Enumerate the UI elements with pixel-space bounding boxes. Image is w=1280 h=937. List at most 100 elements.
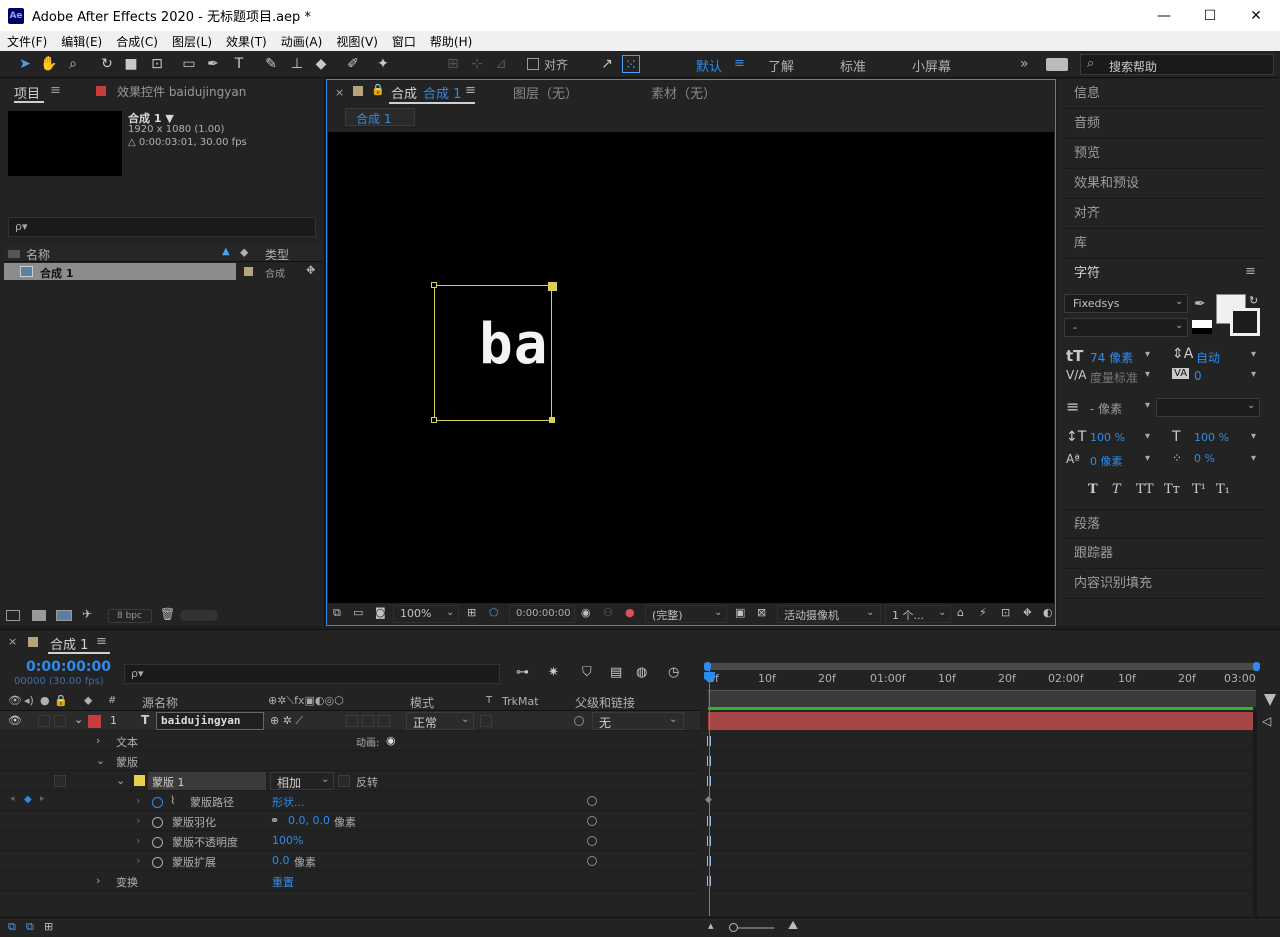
frame-blending-icon[interactable]: ▤ [610, 665, 622, 680]
draft-3d-icon[interactable]: ✷ [548, 665, 559, 680]
mask-lock-toggle[interactable] [54, 775, 66, 787]
collapse-chevron-icon[interactable]: ⌄ [74, 713, 83, 726]
menu-effect[interactable]: 效果(T) [219, 33, 274, 50]
zoom-out-icon[interactable]: ▴ [708, 919, 714, 932]
leading-value[interactable]: 自动 [1196, 349, 1220, 366]
layer-name-field[interactable]: baidujingyan [156, 712, 264, 730]
layer-row[interactable]: 👁 ⌄ 1 T baidujingyan ⊕ ✲ ⟋ 正常 ⌄ 无 ⌄ [0, 711, 700, 731]
expand-chevron-icon[interactable]: › [96, 874, 100, 887]
graph-icon[interactable]: ⌇ [170, 794, 175, 807]
font-size-value[interactable]: 74 像素 [1090, 349, 1133, 366]
comp-mini-flowchart-icon[interactable]: ⊶ [516, 665, 529, 680]
snap-icon[interactable]: ↗ [598, 55, 616, 73]
panel-libraries[interactable]: 库 [1062, 229, 1266, 259]
superscript-button[interactable]: T¹ [1192, 482, 1206, 497]
motion-blur-icon[interactable]: ◍ [636, 665, 647, 680]
axis-view-icon[interactable]: ⊿ [492, 55, 510, 73]
close-button[interactable]: ✕ [1233, 0, 1279, 31]
workspace-learn[interactable]: 了解 [768, 56, 794, 75]
transform-label[interactable]: 变换 [116, 874, 138, 890]
all-caps-button[interactable]: TT [1136, 482, 1154, 497]
mask-vertex-selected[interactable] [548, 282, 557, 291]
roto-brush-tool-icon[interactable]: ✐ [344, 55, 362, 73]
faux-bold-button[interactable]: T [1088, 482, 1098, 497]
footage-tab[interactable]: 素材（无） [651, 83, 716, 102]
mask-expansion-value[interactable]: 0.0 [272, 854, 290, 867]
monitor-icon[interactable]: ▭ [353, 606, 363, 619]
col-trkmat[interactable]: TrkMat [502, 695, 539, 708]
font-style-select[interactable]: - ⌄ [1064, 318, 1188, 337]
masks-label[interactable]: 蒙版 [116, 754, 138, 770]
baseline-shift-value[interactable]: 0 像素 [1090, 453, 1123, 469]
chevron-down-icon[interactable]: ▾ [1145, 400, 1150, 411]
work-area-bar[interactable] [708, 663, 1256, 670]
preserve-transparency-toggle[interactable] [480, 715, 492, 727]
timeline-menu-icon[interactable]: ≡ [96, 634, 107, 649]
workspace-more[interactable]: » [1020, 56, 1029, 72]
grid-icon[interactable]: ⊞ [467, 606, 476, 619]
pickwhip-icon[interactable] [587, 796, 597, 806]
new-comp-icon[interactable] [56, 610, 72, 621]
add-keyframe-icon[interactable]: ◆ [24, 794, 32, 805]
layer-duration-bar[interactable] [708, 712, 1253, 730]
panel-info[interactable]: 信息 [1062, 79, 1266, 109]
snap-target-icon[interactable]: ⁙ [622, 55, 640, 73]
mask-vertex[interactable] [431, 417, 437, 423]
chevron-down-icon[interactable]: ▾ [1145, 453, 1150, 464]
solo-toggle[interactable] [38, 715, 50, 727]
hand-tool-icon[interactable]: ✋ [40, 55, 58, 73]
col-source-name[interactable]: 源名称 [142, 694, 178, 711]
font-family-select[interactable]: Fixedsys ⌄ [1064, 294, 1188, 313]
workspace-small-screen[interactable]: 小屏幕 [912, 56, 951, 75]
comp-tab-name[interactable]: 合成 1 [423, 83, 461, 102]
puppet-tool-icon[interactable]: ✦ [374, 55, 392, 73]
timeline-tab[interactable]: 合成 1 [50, 634, 88, 653]
pickwhip-icon[interactable] [587, 856, 597, 866]
flowchart-icon[interactable]: ⛖ [306, 263, 316, 278]
menu-view[interactable]: 视图(V) [329, 33, 385, 50]
canvas-text[interactable]: ba [479, 312, 548, 377]
zoom-tool-icon[interactable]: ⌕ [64, 55, 82, 73]
help-search-input[interactable]: ⌕ 搜索帮助 [1080, 54, 1274, 75]
timeline-search-input[interactable]: ρ▾ [124, 664, 500, 684]
mask-path-value[interactable]: 形状... [272, 794, 305, 810]
tracking-value[interactable]: 0 [1194, 369, 1202, 383]
axis-local-icon[interactable]: ⊞ [444, 55, 462, 73]
stroke-width-value[interactable]: - 像素 [1090, 400, 1122, 417]
motion-blur-toggle[interactable] [362, 715, 374, 727]
workspace-default[interactable]: 默认 [696, 56, 722, 75]
draft3d-icon[interactable]: ⌂ [957, 606, 964, 619]
shy-layers-icon[interactable]: ⛉ [582, 665, 592, 680]
character-menu-icon[interactable]: ≡ [1245, 264, 1256, 279]
reset-exposure-icon[interactable]: ◐ [1043, 606, 1053, 619]
adjustment-toggle[interactable] [346, 715, 358, 727]
layer-end-marker-icon[interactable]: ◁ [1262, 714, 1271, 728]
collapse-chevron-icon[interactable]: ⌄ [96, 754, 105, 767]
layer-tab[interactable]: 图层（无） [513, 83, 578, 102]
show-snapshot-icon[interactable]: ⚇ [603, 606, 613, 619]
thumbnail-zoom-slider[interactable] [180, 610, 218, 621]
chevron-down-icon[interactable]: ▾ [1251, 349, 1256, 360]
chevron-down-icon[interactable]: ▾ [1145, 369, 1150, 380]
small-caps-button[interactable]: Tт [1164, 482, 1180, 497]
parent-select[interactable]: 无 ⌄ [592, 712, 684, 730]
selection-tool-icon[interactable]: ➤ [16, 55, 34, 73]
item-name[interactable]: 合成 1 [40, 265, 73, 281]
resolution-select[interactable]: (完整) ⌄ [645, 605, 727, 623]
comp-canvas[interactable]: ba [328, 132, 1054, 603]
layer-switches-toggle-icon[interactable]: ⧉ [8, 920, 16, 934]
rectangle-tool-icon[interactable]: ▭ [180, 55, 198, 73]
blend-mode-select[interactable]: 正常 ⌄ [406, 712, 474, 730]
col-type[interactable]: 类型 [265, 246, 289, 263]
mask-color-swatch[interactable] [134, 775, 145, 786]
timeline-timecode[interactable]: 0:00:00:00 [26, 659, 111, 675]
panel-content-aware-fill[interactable]: 内容识别填充 [1062, 569, 1266, 599]
workspace-menu-icon[interactable]: ≡ [734, 56, 745, 71]
menu-composition[interactable]: 合成(C) [109, 33, 165, 50]
menu-file[interactable]: 文件(F) [0, 33, 54, 50]
breadcrumb-comp[interactable]: 合成 1 [356, 110, 391, 127]
panel-align[interactable]: 对齐 [1062, 199, 1266, 229]
breadcrumb[interactable]: 合成 1 [345, 108, 415, 126]
time-zoom-thumb[interactable] [729, 923, 738, 932]
lock-icon[interactable]: 🔒 [371, 83, 385, 96]
